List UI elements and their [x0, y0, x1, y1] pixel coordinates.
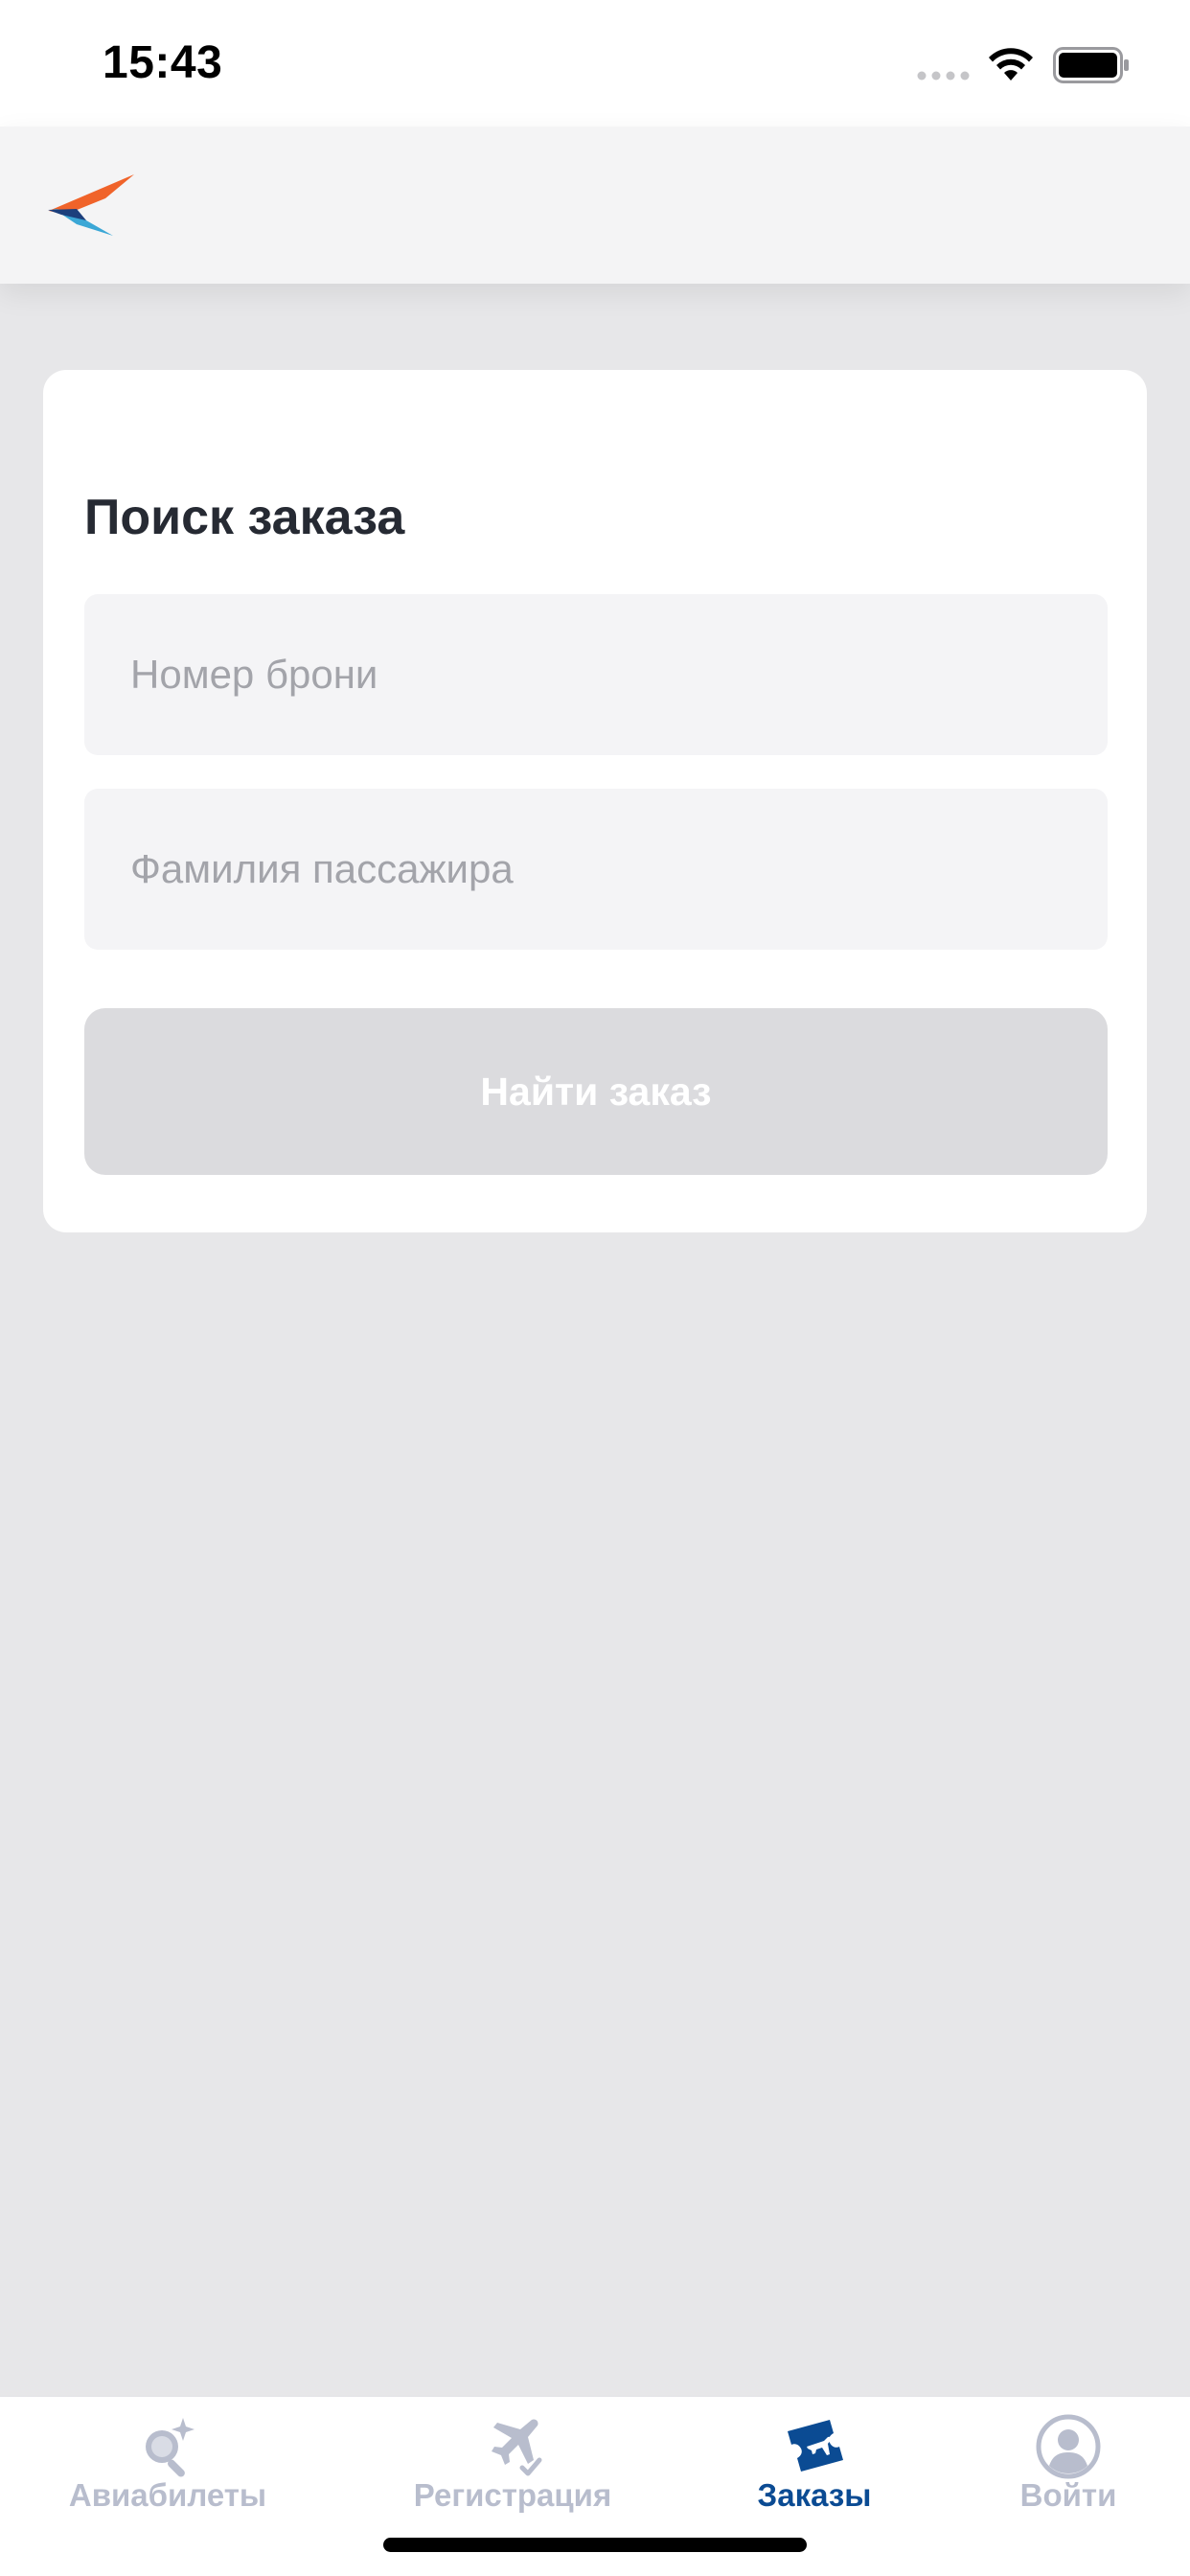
wifi-icon: [988, 48, 1034, 82]
order-search-card: Поиск заказа Найти заказ: [43, 370, 1147, 1232]
tab-orders-label: Заказы: [757, 2477, 872, 2513]
app-header: [0, 126, 1190, 284]
search-sparkle-icon: [133, 2412, 202, 2481]
tab-orders[interactable]: Заказы: [709, 2397, 920, 2560]
find-order-button[interactable]: Найти заказ: [84, 1008, 1108, 1175]
card-title: Поиск заказа: [84, 490, 405, 545]
orders-screen: 15:43 Поиск заказа Номер брони Фамилия п…: [0, 0, 1190, 2576]
tab-tickets[interactable]: Авиабилеты: [38, 2397, 297, 2560]
cellular-signal-icon: [917, 71, 971, 80]
tab-tickets-label: Авиабилеты: [68, 2477, 267, 2513]
home-indicator[interactable]: [383, 2538, 807, 2552]
tab-login-label: Войти: [1019, 2477, 1117, 2513]
user-circle-icon: [1034, 2412, 1103, 2481]
status-time: 15:43: [103, 37, 223, 88]
battery-icon: [1053, 47, 1130, 83]
airline-logo[interactable]: [48, 174, 136, 238]
tab-checkin[interactable]: Регистрация: [383, 2397, 642, 2560]
ticket-plane-icon: [780, 2412, 849, 2481]
status-bar: 15:43: [0, 0, 1190, 126]
tab-login[interactable]: Войти: [963, 2397, 1174, 2560]
passenger-surname-input[interactable]: [84, 789, 1108, 950]
booking-number-input[interactable]: [84, 594, 1108, 755]
plane-check-icon: [478, 2412, 547, 2481]
tab-checkin-label: Регистрация: [413, 2477, 612, 2513]
